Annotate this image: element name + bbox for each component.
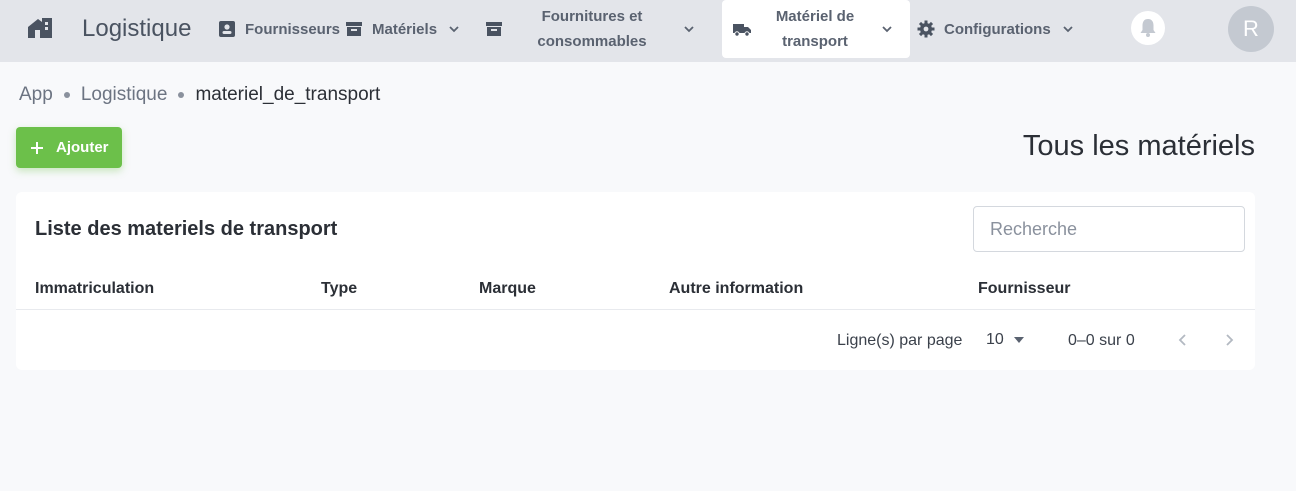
transport-list-card: Liste des materiels de transport Immatri… — [16, 192, 1255, 370]
breadcrumb-current: materiel_de_transport — [195, 84, 381, 105]
next-page-button[interactable] — [1217, 328, 1241, 352]
chevron-down-icon — [684, 26, 694, 33]
truck-icon — [732, 19, 752, 39]
column-header-fournisseur[interactable]: Fournisseur — [978, 280, 1070, 298]
avatar[interactable]: R — [1228, 6, 1274, 52]
chevron-down-icon — [882, 26, 892, 33]
nav-label: Fournisseurs — [245, 20, 341, 38]
nav-fournitures[interactable]: Fournitures et consommables — [484, 0, 696, 58]
top-navbar: Logistique Fournisseurs Matériels Fourni… — [0, 0, 1296, 62]
breadcrumb-separator — [63, 92, 70, 98]
previous-page-button[interactable] — [1171, 328, 1195, 352]
chevron-right-icon — [1226, 334, 1234, 346]
breadcrumb-logistique[interactable]: Logistique — [81, 84, 168, 106]
nav-materiel-transport[interactable]: Matériel de transport — [722, 0, 910, 58]
nav-label: Fournitures et consommables — [537, 8, 647, 50]
breadcrumb-app[interactable]: App — [19, 84, 53, 106]
page-title: Tous les matériels — [1022, 130, 1255, 162]
add-button-label: Ajouter — [56, 139, 109, 156]
chevron-left-icon — [1178, 334, 1186, 346]
search-input[interactable] — [973, 206, 1245, 252]
breadcrumb: App Logistique materiel_de_transport — [19, 84, 380, 106]
nav-label: Configurations — [944, 20, 1051, 38]
nav-materiels[interactable]: Matériels — [344, 0, 461, 58]
gear-icon — [916, 19, 936, 39]
pagination-range: 0–0 sur 0 — [1068, 332, 1135, 349]
breadcrumb-separator — [178, 92, 185, 98]
archive-box-icon — [484, 19, 504, 39]
column-header-marque[interactable]: Marque — [479, 280, 536, 298]
nav-label: Matériel de transport — [775, 8, 855, 50]
column-header-immatriculation[interactable]: Immatriculation — [35, 280, 154, 298]
caret-down-icon — [1013, 337, 1024, 343]
nav-label: Matériels — [372, 20, 438, 38]
card-title: Liste des materiels de transport — [35, 218, 338, 240]
column-header-type[interactable]: Type — [321, 280, 357, 298]
plus-icon — [31, 141, 43, 154]
nav-fournisseurs[interactable]: Fournisseurs — [217, 0, 340, 58]
add-button[interactable]: Ajouter — [16, 127, 122, 168]
nav-configurations[interactable]: Configurations — [916, 0, 1075, 58]
chevron-down-icon — [1063, 26, 1073, 33]
contact-card-icon — [217, 19, 237, 39]
chevron-down-icon — [449, 26, 459, 33]
rows-per-page-select[interactable]: 10 — [986, 331, 1024, 349]
archive-box-icon — [344, 19, 364, 39]
notifications-button[interactable] — [1131, 11, 1165, 45]
rows-per-page-label: Ligne(s) par page — [837, 332, 963, 349]
home-logo-icon[interactable] — [26, 16, 54, 40]
column-header-autre-information[interactable]: Autre information — [669, 280, 803, 298]
app-title[interactable]: Logistique — [82, 15, 191, 43]
bell-icon — [1140, 19, 1156, 37]
rows-per-page-value: 10 — [986, 331, 1004, 348]
table-divider — [16, 309, 1255, 310]
